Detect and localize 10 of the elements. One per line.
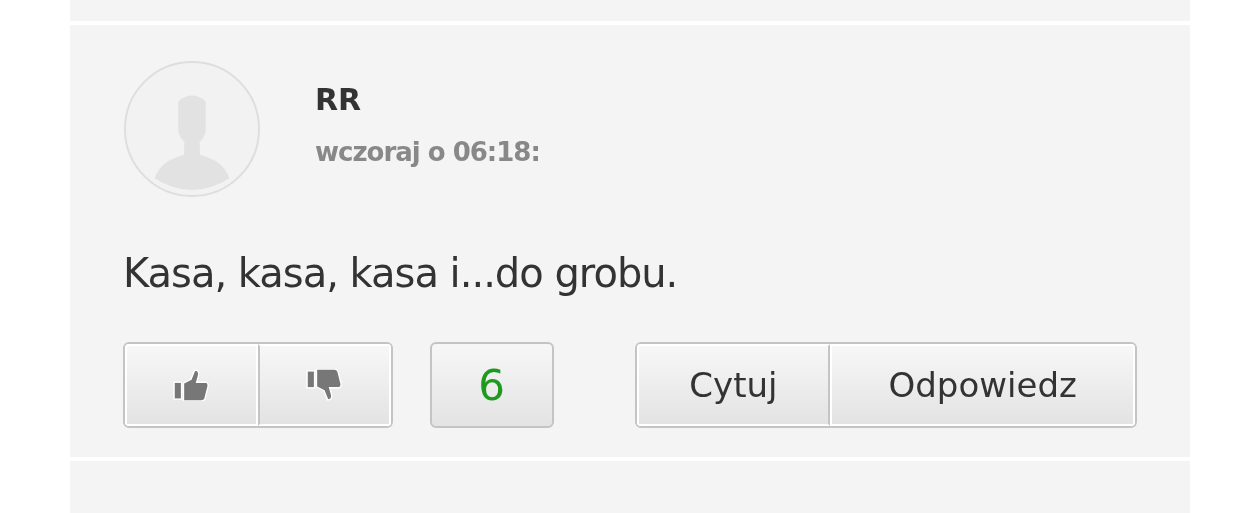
dislike-button[interactable]	[257, 344, 391, 426]
author-name: RR	[315, 82, 363, 118]
quote-button[interactable]: Cytuj	[636, 344, 831, 426]
like-button[interactable]	[125, 344, 258, 426]
comment-time: wczoraj o 06:18:	[315, 136, 540, 168]
reply-button[interactable]: Odpowiedz	[830, 344, 1135, 426]
thumbs-up-icon	[172, 369, 211, 401]
vote-score: 6	[429, 342, 554, 428]
comment-text: Kasa, kasa, kasa i...do grobu.	[123, 249, 679, 298]
thumbs-down-icon	[305, 369, 344, 401]
